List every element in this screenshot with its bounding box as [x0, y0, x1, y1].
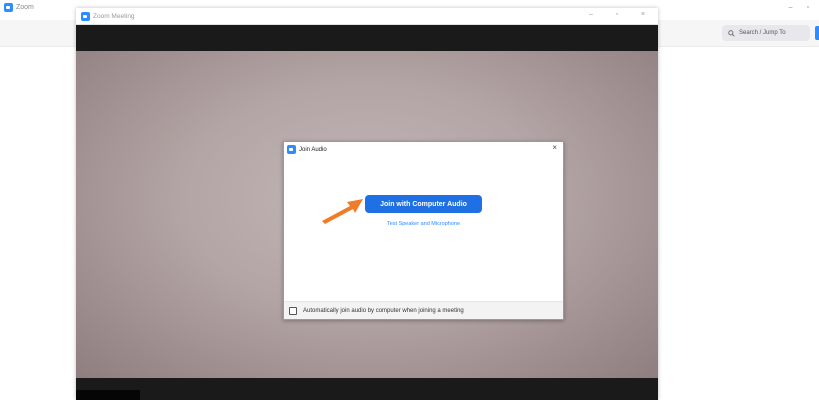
auto-join-audio-checkbox[interactable] [289, 306, 297, 315]
dialog-title: Join Audio [287, 145, 327, 154]
meeting-title: Zoom Meeting [81, 12, 135, 21]
meeting-close-button[interactable]: × [638, 11, 648, 18]
join-with-computer-audio-button[interactable]: Join with Computer Audio [365, 195, 482, 213]
meeting-window-controls: – ▫ × [586, 11, 648, 18]
pointer-arrow-icon [322, 199, 363, 224]
meeting-minimize-button[interactable]: – [586, 11, 596, 18]
zoom-main-title: Zoom [4, 3, 34, 12]
dialog-titlebar: Join Audio × [284, 142, 563, 156]
search-input[interactable]: Search / Jump To [722, 25, 810, 41]
meeting-titlebar: Zoom Meeting – ▫ × [76, 8, 658, 25]
dialog-close-button[interactable]: × [552, 144, 557, 152]
dialog-title-text: Join Audio [299, 146, 327, 153]
zoom-logo-icon [81, 12, 90, 21]
search-icon [728, 29, 735, 37]
meeting-top-bar [76, 25, 658, 51]
meeting-bottom-corner [76, 390, 140, 400]
screen: Zoom – ▫ Search / Jump To Zoom Meeting –… [0, 0, 819, 400]
meeting-title-text: Zoom Meeting [93, 13, 135, 20]
zoom-main-title-text: Zoom [16, 4, 34, 11]
join-audio-dialog: Join Audio × Join with Computer Audio Te… [283, 141, 564, 320]
maximize-button[interactable]: ▫ [807, 4, 809, 11]
auto-join-audio-label[interactable]: Automatically join audio by computer whe… [303, 308, 464, 314]
profile-tab[interactable] [815, 26, 819, 40]
minimize-button[interactable]: – [789, 4, 793, 11]
meeting-maximize-button[interactable]: ▫ [612, 11, 622, 18]
zoom-main-window-controls: – ▫ [789, 4, 809, 11]
meeting-bottom-bar [76, 378, 658, 400]
zoom-logo-icon [287, 145, 296, 154]
search-placeholder: Search / Jump To [739, 30, 786, 36]
zoom-logo-icon [4, 3, 13, 12]
dialog-footer: Automatically join audio by computer whe… [284, 301, 563, 319]
